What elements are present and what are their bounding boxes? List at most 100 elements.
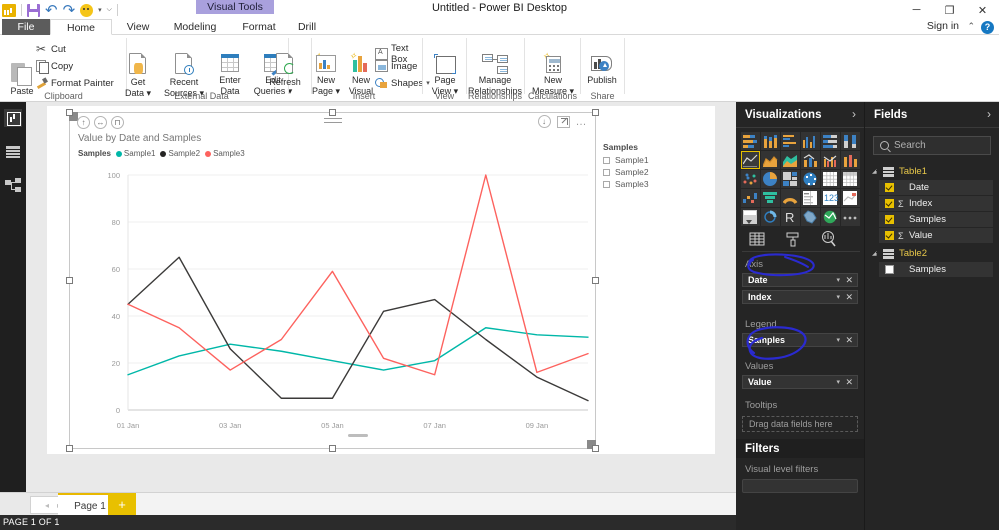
fields-grid-icon[interactable] <box>748 230 766 248</box>
field-row-index[interactable]: Σ Index <box>879 196 993 211</box>
tab-file[interactable]: File <box>2 19 50 35</box>
visual-type-matrix[interactable] <box>821 170 840 188</box>
export-data-icon[interactable]: ↓ <box>537 115 551 128</box>
new-page-button[interactable]: ✧ New Page ▾ <box>307 52 345 97</box>
tab-drill[interactable]: Drill <box>286 19 328 35</box>
field-menu-caret-icon[interactable]: ▾ <box>836 276 840 284</box>
close-button[interactable]: ✕ <box>966 0 999 20</box>
visual-type-donut-chart[interactable] <box>761 208 780 226</box>
format-painter-button[interactable]: Format Painter <box>36 77 114 89</box>
remove-field-icon[interactable]: ✕ <box>845 335 853 346</box>
new-measure-button[interactable]: ✧ New Measure ▾ <box>530 52 576 97</box>
visual-type-line-and-clustered-column-chart[interactable] <box>821 151 840 169</box>
visual-type-arcgis-map[interactable] <box>821 208 840 226</box>
field-row-value[interactable]: Σ Value <box>879 228 993 243</box>
visual-type-line-and-stacked-column-chart[interactable] <box>801 151 820 169</box>
checkbox-icon[interactable] <box>885 183 894 192</box>
minimize-button[interactable]: ─ <box>900 0 933 20</box>
tab-view[interactable]: View <box>112 19 164 35</box>
visual-type-multi-row-card[interactable] <box>801 189 820 207</box>
cut-button[interactable]: ✂ Cut <box>36 43 66 55</box>
fields-search-input[interactable]: Search <box>873 136 991 155</box>
enter-data-button[interactable]: Enter Data <box>210 52 250 96</box>
legend-item[interactable]: Sample2 <box>160 149 200 158</box>
sidebar-item-model-view[interactable] <box>4 177 22 195</box>
slicer-item[interactable]: Sample2 <box>603 167 698 177</box>
visual-type-area-chart[interactable] <box>761 151 780 169</box>
visual-type-pie-chart[interactable] <box>761 170 780 188</box>
sidebar-item-report-view[interactable] <box>4 109 22 127</box>
manage-relationships-button[interactable]: Manage Relationships <box>465 54 525 96</box>
slicer-item[interactable]: Sample1 <box>603 155 698 165</box>
well-field-value[interactable]: Value ▾ ✕ <box>742 375 858 389</box>
well-field-samples[interactable]: Samples ▾ ✕ <box>742 333 858 347</box>
field-row-table2-samples[interactable]: Samples <box>879 262 993 277</box>
visual-type-stacked-bar-chart[interactable] <box>741 132 760 150</box>
drill-mode-icon[interactable]: ↔ <box>94 116 107 129</box>
sign-in-link[interactable]: Sign in <box>927 20 959 32</box>
well-field-date[interactable]: Date ▾ ✕ <box>742 273 858 287</box>
visual-type-more-visuals[interactable] <box>841 208 860 226</box>
visual-type-slicer[interactable] <box>741 208 760 226</box>
tab-home[interactable]: Home <box>50 19 112 35</box>
visual-type-hundred-percent-stacked-bar-chart[interactable] <box>821 132 840 150</box>
field-menu-caret-icon[interactable]: ▾ <box>836 293 840 301</box>
remove-field-icon[interactable]: ✕ <box>845 275 853 286</box>
drill-up-icon[interactable]: ↑ <box>77 116 90 129</box>
checkbox-icon[interactable] <box>603 156 610 164</box>
magnifier-chart-icon[interactable] <box>820 230 838 248</box>
tab-modeling[interactable]: Modeling <box>164 19 226 35</box>
slicer-item[interactable]: Sample3 <box>603 179 698 189</box>
visual-type-waterfall-chart[interactable] <box>741 189 760 207</box>
visual-type-clustered-column-chart[interactable] <box>801 132 820 150</box>
report-page[interactable]: ↑ ↔ ⊓ ↓ … Value by Date and Samples Samp… <box>47 106 715 454</box>
help-icon[interactable]: ? <box>981 21 994 34</box>
visual-type-map[interactable] <box>801 170 820 188</box>
legend-item[interactable]: Sample1 <box>115 149 155 158</box>
remove-field-icon[interactable]: ✕ <box>845 292 853 303</box>
fields-table-table2[interactable]: ◢ Table2 <box>865 246 999 261</box>
checkbox-icon[interactable] <box>885 199 894 208</box>
visual-drag-grip-icon[interactable] <box>323 118 342 126</box>
field-menu-caret-icon[interactable]: ▾ <box>836 378 840 386</box>
field-row-samples[interactable]: Samples <box>879 212 993 227</box>
visual-type-scatter-chart[interactable] <box>741 170 760 188</box>
fields-table-table1[interactable]: ◢ Table1 <box>865 164 999 179</box>
visual-type-treemap[interactable] <box>781 170 800 188</box>
visual-type-kpi[interactable] <box>841 189 860 207</box>
field-menu-caret-icon[interactable]: ▾ <box>836 336 840 344</box>
well-field-index[interactable]: Index ▾ ✕ <box>742 290 858 304</box>
image-button[interactable]: Image <box>375 60 417 72</box>
report-canvas-area[interactable]: ↑ ↔ ⊓ ↓ … Value by Date and Samples Samp… <box>26 102 736 492</box>
legend-item[interactable]: Sample3 <box>205 149 245 158</box>
chevron-right-icon[interactable]: › <box>852 107 856 121</box>
checkbox-icon[interactable] <box>885 231 894 240</box>
samples-slicer-visual[interactable]: Samples Sample1 Sample2 Sample3 <box>603 142 698 192</box>
visual-type-stacked-area-chart[interactable] <box>781 151 800 169</box>
restore-button[interactable]: ❐ <box>933 0 966 20</box>
field-row-date[interactable]: Date <box>879 180 993 195</box>
publish-button[interactable]: Publish <box>581 54 623 85</box>
focus-mode-icon[interactable] <box>556 115 570 128</box>
checkbox-icon[interactable] <box>603 168 610 176</box>
prev-page-icon[interactable]: ◂ <box>45 501 49 510</box>
more-options-icon[interactable]: … <box>576 116 588 127</box>
chart-plot-area[interactable]: 0 20 40 60 80 100 01 Jan 03 Jan 05 Jan 07 Jan 09 J… <box>70 165 595 450</box>
expand-hierarchy-icon[interactable]: ⊓ <box>111 116 124 129</box>
chevron-down-icon[interactable]: ◢ <box>872 168 878 175</box>
tab-format[interactable]: Format <box>232 19 286 35</box>
tooltips-dropzone[interactable]: Drag data fields here <box>742 416 858 432</box>
add-page-button[interactable]: + <box>108 493 136 516</box>
visual-level-filters-dropzone[interactable] <box>742 479 858 493</box>
checkbox-icon[interactable] <box>885 215 894 224</box>
line-chart-visual[interactable]: ↑ ↔ ⊓ ↓ … Value by Date and Samples Samp… <box>66 109 599 452</box>
visual-type-table[interactable] <box>841 170 860 188</box>
visual-type-clustered-bar-chart[interactable] <box>781 132 800 150</box>
visual-type-hundred-percent-stacked-column-chart[interactable] <box>841 132 860 150</box>
remove-field-icon[interactable]: ✕ <box>845 377 853 388</box>
visual-type-line-chart[interactable] <box>741 151 760 169</box>
visual-type-card[interactable]: 123 <box>821 189 840 207</box>
visual-type-funnel-chart[interactable] <box>761 189 780 207</box>
visual-type-r-script-visual[interactable]: R <box>781 208 800 226</box>
chevron-down-icon[interactable]: ◢ <box>872 250 878 257</box>
